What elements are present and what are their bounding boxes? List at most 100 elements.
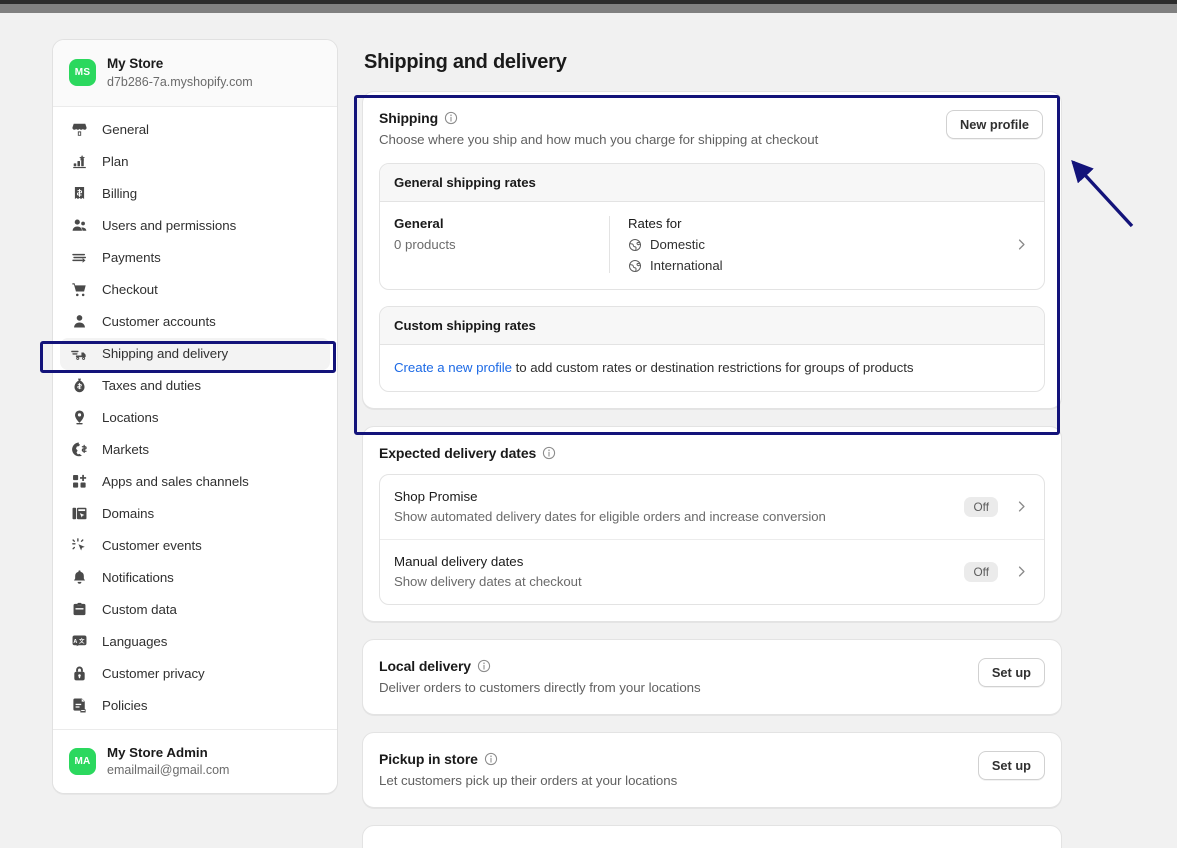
sidebar-item-general[interactable]: General bbox=[60, 114, 330, 146]
pickup-in-store-title: Pickup in store bbox=[379, 751, 478, 767]
globe-icon bbox=[628, 259, 642, 273]
sidebar-item-label: Customer accounts bbox=[102, 314, 216, 330]
sidebar-item-languages[interactable]: A文 Languages bbox=[60, 626, 330, 658]
sidebar-item-shipping-and-delivery[interactable]: Shipping and delivery bbox=[60, 337, 330, 370]
expected-delivery-dates-header: Expected delivery dates bbox=[363, 427, 1061, 461]
sidebar-item-label: Apps and sales channels bbox=[102, 474, 249, 490]
pickup-in-store-set-up-button[interactable]: Set up bbox=[977, 751, 1045, 780]
sidebar-item-notifications[interactable]: Notifications bbox=[60, 562, 330, 594]
chevron-right-icon[interactable] bbox=[1012, 563, 1030, 581]
sidebar-item-label: Payments bbox=[102, 250, 161, 266]
apps-grid-icon bbox=[70, 473, 88, 491]
sidebar-item-label: Notifications bbox=[102, 570, 174, 586]
sidebar-item-taxes-and-duties[interactable]: Taxes and duties bbox=[60, 370, 330, 402]
row-description: Show delivery dates at checkout bbox=[394, 574, 582, 589]
shipping-card: Shipping Choose where you ship and how m… bbox=[362, 91, 1062, 409]
sidebar-item-domains[interactable]: Domains bbox=[60, 498, 330, 530]
main-content: Shipping and delivery Shipping Choose wh… bbox=[362, 39, 1062, 848]
general-profile-row[interactable]: General 0 products Rates for Domestic In… bbox=[380, 202, 1044, 289]
metafields-icon bbox=[70, 601, 88, 619]
sidebar-item-label: Customer privacy bbox=[102, 666, 205, 682]
status-badge: Off bbox=[964, 561, 998, 582]
shipping-card-header: Shipping Choose where you ship and how m… bbox=[363, 92, 1061, 163]
sidebar-item-label: Checkout bbox=[102, 282, 158, 298]
info-icon[interactable] bbox=[444, 111, 458, 125]
sidebar-item-checkout[interactable]: Checkout bbox=[60, 274, 330, 306]
local-delivery-title: Local delivery bbox=[379, 658, 471, 674]
custom-shipping-rates-header: Custom shipping rates bbox=[380, 307, 1044, 345]
list-item[interactable]: Manual delivery dates Show delivery date… bbox=[380, 539, 1044, 604]
sidebar-item-customer-accounts[interactable]: Customer accounts bbox=[60, 306, 330, 338]
info-icon[interactable] bbox=[477, 659, 491, 673]
sidebar-item-label: Locations bbox=[102, 410, 159, 426]
rate-zone-label: Domestic bbox=[650, 237, 705, 252]
sidebar-item-policies[interactable]: Policies bbox=[60, 690, 330, 722]
general-shipping-rates-header: General shipping rates bbox=[380, 164, 1044, 202]
pickup-in-store-header: Pickup in store Let customers pick up th… bbox=[363, 733, 1061, 807]
store-url: d7b286-7a.myshopify.com bbox=[107, 74, 253, 89]
sidebar-item-custom-data[interactable]: Custom data bbox=[60, 594, 330, 626]
svg-text:文: 文 bbox=[78, 637, 84, 645]
payments-icon bbox=[70, 249, 88, 267]
cart-icon bbox=[70, 281, 88, 299]
rate-zone-domestic: Domestic bbox=[628, 237, 1012, 252]
expected-delivery-dates-card: Expected delivery dates Shop Promise Sho… bbox=[362, 426, 1062, 622]
sidebar-item-payments[interactable]: Payments bbox=[60, 242, 330, 274]
custom-rates-rest-text: to add custom rates or destination restr… bbox=[512, 360, 914, 375]
sidebar-item-apps-and-sales-channels[interactable]: Apps and sales channels bbox=[60, 466, 330, 498]
sidebar-item-billing[interactable]: Billing bbox=[60, 178, 330, 210]
store-avatar: MS bbox=[69, 58, 96, 86]
general-shipping-rates-section: General shipping rates General 0 product… bbox=[379, 163, 1045, 290]
pickup-in-store-card: Pickup in store Let customers pick up th… bbox=[362, 732, 1062, 808]
user-account-row[interactable]: MA My Store Admin emailmail@gmail.com bbox=[53, 728, 337, 794]
app-shell: MS My Store d7b286-7a.myshopify.com Gene… bbox=[0, 13, 1177, 848]
sidebar-item-label: General bbox=[102, 122, 149, 138]
info-icon[interactable] bbox=[484, 752, 498, 766]
list-item[interactable]: Shop Promise Show automated delivery dat… bbox=[380, 475, 1044, 539]
delivery-dates-list: Shop Promise Show automated delivery dat… bbox=[379, 474, 1045, 605]
user-email: emailmail@gmail.com bbox=[107, 763, 230, 778]
sidebar-item-label: Taxes and duties bbox=[102, 378, 201, 394]
create-a-new-profile-link[interactable]: Create a new profile bbox=[394, 360, 512, 375]
local-delivery-card: Local delivery Deliver orders to custome… bbox=[362, 639, 1062, 715]
sidebar-item-users-and-permissions[interactable]: Users and permissions bbox=[60, 210, 330, 242]
info-icon[interactable] bbox=[542, 446, 556, 460]
rate-zone-international: International bbox=[628, 258, 1012, 273]
sidebar-item-label: Custom data bbox=[102, 602, 177, 618]
custom-shipping-rates-section: Custom shipping rates Create a new profi… bbox=[379, 306, 1045, 392]
sidebar-item-markets[interactable]: Markets bbox=[60, 434, 330, 466]
user-avatar: MA bbox=[69, 747, 96, 775]
local-delivery-description: Deliver orders to customers directly fro… bbox=[379, 680, 701, 695]
sidebar-item-label: Shipping and delivery bbox=[102, 346, 229, 362]
row-title: Shop Promise bbox=[394, 489, 478, 504]
rates-for-label: Rates for bbox=[628, 216, 682, 231]
status-badge: Off bbox=[964, 496, 998, 517]
store-header[interactable]: MS My Store d7b286-7a.myshopify.com bbox=[53, 40, 337, 107]
column-divider bbox=[609, 216, 610, 273]
profile-product-count: 0 products bbox=[394, 237, 456, 252]
globe-icon bbox=[628, 238, 642, 252]
custom-rates-body: Create a new profile to add custom rates… bbox=[380, 345, 1044, 391]
bell-icon bbox=[70, 569, 88, 587]
local-delivery-set-up-button[interactable]: Set up bbox=[977, 658, 1045, 687]
new-profile-button[interactable]: New profile bbox=[946, 110, 1043, 139]
tax-bag-icon bbox=[70, 377, 88, 395]
lock-icon bbox=[70, 665, 88, 683]
row-title: Manual delivery dates bbox=[394, 554, 524, 569]
store-icon bbox=[70, 121, 88, 139]
screenshot-root: MS My Store d7b286-7a.myshopify.com Gene… bbox=[0, 0, 1177, 848]
pickup-in-store-description: Let customers pick up their orders at yo… bbox=[379, 773, 678, 788]
sidebar-item-customer-privacy[interactable]: Customer privacy bbox=[60, 658, 330, 690]
chevron-right-icon[interactable] bbox=[1012, 498, 1030, 516]
sidebar-item-locations[interactable]: Locations bbox=[60, 402, 330, 434]
sidebar-item-plan[interactable]: Plan bbox=[60, 146, 330, 178]
users-icon bbox=[70, 217, 88, 235]
sidebar-item-label: Policies bbox=[102, 698, 148, 714]
shipping-title: Shipping bbox=[379, 110, 439, 126]
page-title: Shipping and delivery bbox=[364, 51, 567, 73]
chevron-right-icon[interactable] bbox=[1012, 236, 1030, 254]
next-card-partial bbox=[362, 825, 1062, 848]
settings-sidebar: MS My Store d7b286-7a.myshopify.com Gene… bbox=[52, 39, 338, 795]
sidebar-item-customer-events[interactable]: Customer events bbox=[60, 530, 330, 562]
domain-icon bbox=[70, 505, 88, 523]
